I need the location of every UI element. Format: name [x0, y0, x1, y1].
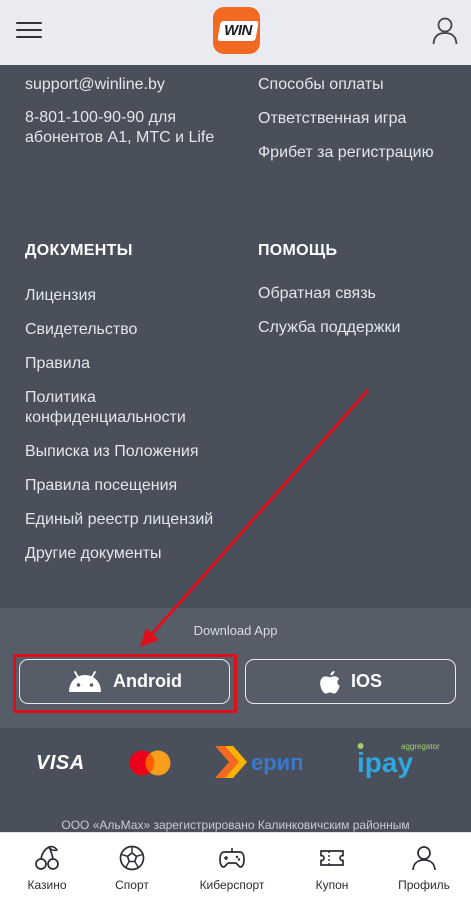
license-link[interactable]: Лицензия — [25, 286, 235, 306]
winline-logo[interactable]: WIN — [213, 7, 260, 54]
payment-methods-link[interactable]: Способы оплаты — [258, 75, 458, 95]
erip-logo: ерип — [215, 746, 304, 778]
support-email-link[interactable]: support@winline.by — [25, 75, 235, 95]
phone-line-2[interactable]: абонентов А1, МТС и Life — [25, 128, 235, 148]
nav-casino[interactable]: Казино — [0, 833, 94, 900]
ios-button-label: IOS — [350, 671, 382, 691]
phone-line-1[interactable]: 8-801-100-90-90 для — [25, 108, 235, 128]
ipay-logo: ipay aggregator — [357, 742, 440, 778]
bottom-navigation: Казино Спорт Киберспорт Купон Профиль — [0, 832, 471, 900]
mastercard-logo — [129, 750, 171, 776]
gamepad-icon — [219, 848, 245, 868]
other-documents-link[interactable]: Другие документы — [25, 544, 235, 564]
logo-text: WIN — [224, 22, 252, 39]
certificate-link[interactable]: Свидетельство — [25, 320, 235, 340]
regulation-extract-link[interactable]: Выписка из Положения — [25, 442, 235, 462]
ipay-sub-text: aggregator — [401, 742, 440, 751]
user-icon — [412, 846, 436, 871]
visit-rules-link[interactable]: Правила посещения — [25, 476, 235, 496]
nav-esports-label: Киберспорт — [199, 878, 265, 892]
privacy-policy-link-line1[interactable]: Политика — [25, 388, 235, 408]
android-download-button[interactable]: Android — [19, 659, 230, 704]
privacy-policy-link-line2[interactable]: конфиденциальности — [25, 408, 235, 428]
erip-text: ерип — [251, 750, 304, 775]
feedback-link[interactable]: Обратная связь — [258, 284, 458, 304]
rules-link[interactable]: Правила — [25, 354, 235, 374]
soccer-ball-icon — [119, 845, 145, 871]
ipay-text: ipay — [357, 747, 413, 778]
nav-esports[interactable]: Киберспорт — [185, 833, 279, 900]
nav-coupon[interactable]: Купон — [285, 833, 379, 900]
support-service-link[interactable]: Служба поддержки — [258, 318, 458, 338]
nav-coupon-label: Купон — [315, 878, 349, 892]
hamburger-icon[interactable] — [16, 20, 42, 40]
nav-sport[interactable]: Спорт — [85, 833, 179, 900]
responsible-gaming-link[interactable]: Ответственная игра — [258, 109, 458, 129]
help-heading: ПОМОЩЬ — [258, 242, 338, 259]
apple-icon — [320, 670, 340, 693]
freebet-link[interactable]: Фрибет за регистрацию — [258, 143, 458, 163]
visa-logo: VISA — [36, 752, 85, 774]
nav-casino-label: Казино — [27, 878, 67, 892]
nav-profile[interactable]: Профиль — [377, 833, 471, 900]
nav-profile-label: Профиль — [398, 878, 450, 892]
user-icon[interactable] — [432, 17, 458, 45]
top-header: WIN — [0, 0, 471, 65]
ticket-icon — [320, 850, 344, 866]
android-icon — [69, 670, 101, 692]
ios-download-button[interactable]: IOS — [245, 659, 456, 704]
nav-sport-label: Спорт — [115, 878, 149, 892]
documents-heading: ДОКУМЕНТЫ — [25, 242, 133, 259]
android-button-label: Android — [113, 671, 182, 691]
license-registry-link[interactable]: Единый реестр лицензий — [25, 510, 235, 530]
download-app-label: Download App — [193, 623, 278, 638]
cherries-icon — [35, 845, 59, 870]
footer-links: support@winline.by 8-801-100-90-90 для а… — [0, 65, 471, 608]
